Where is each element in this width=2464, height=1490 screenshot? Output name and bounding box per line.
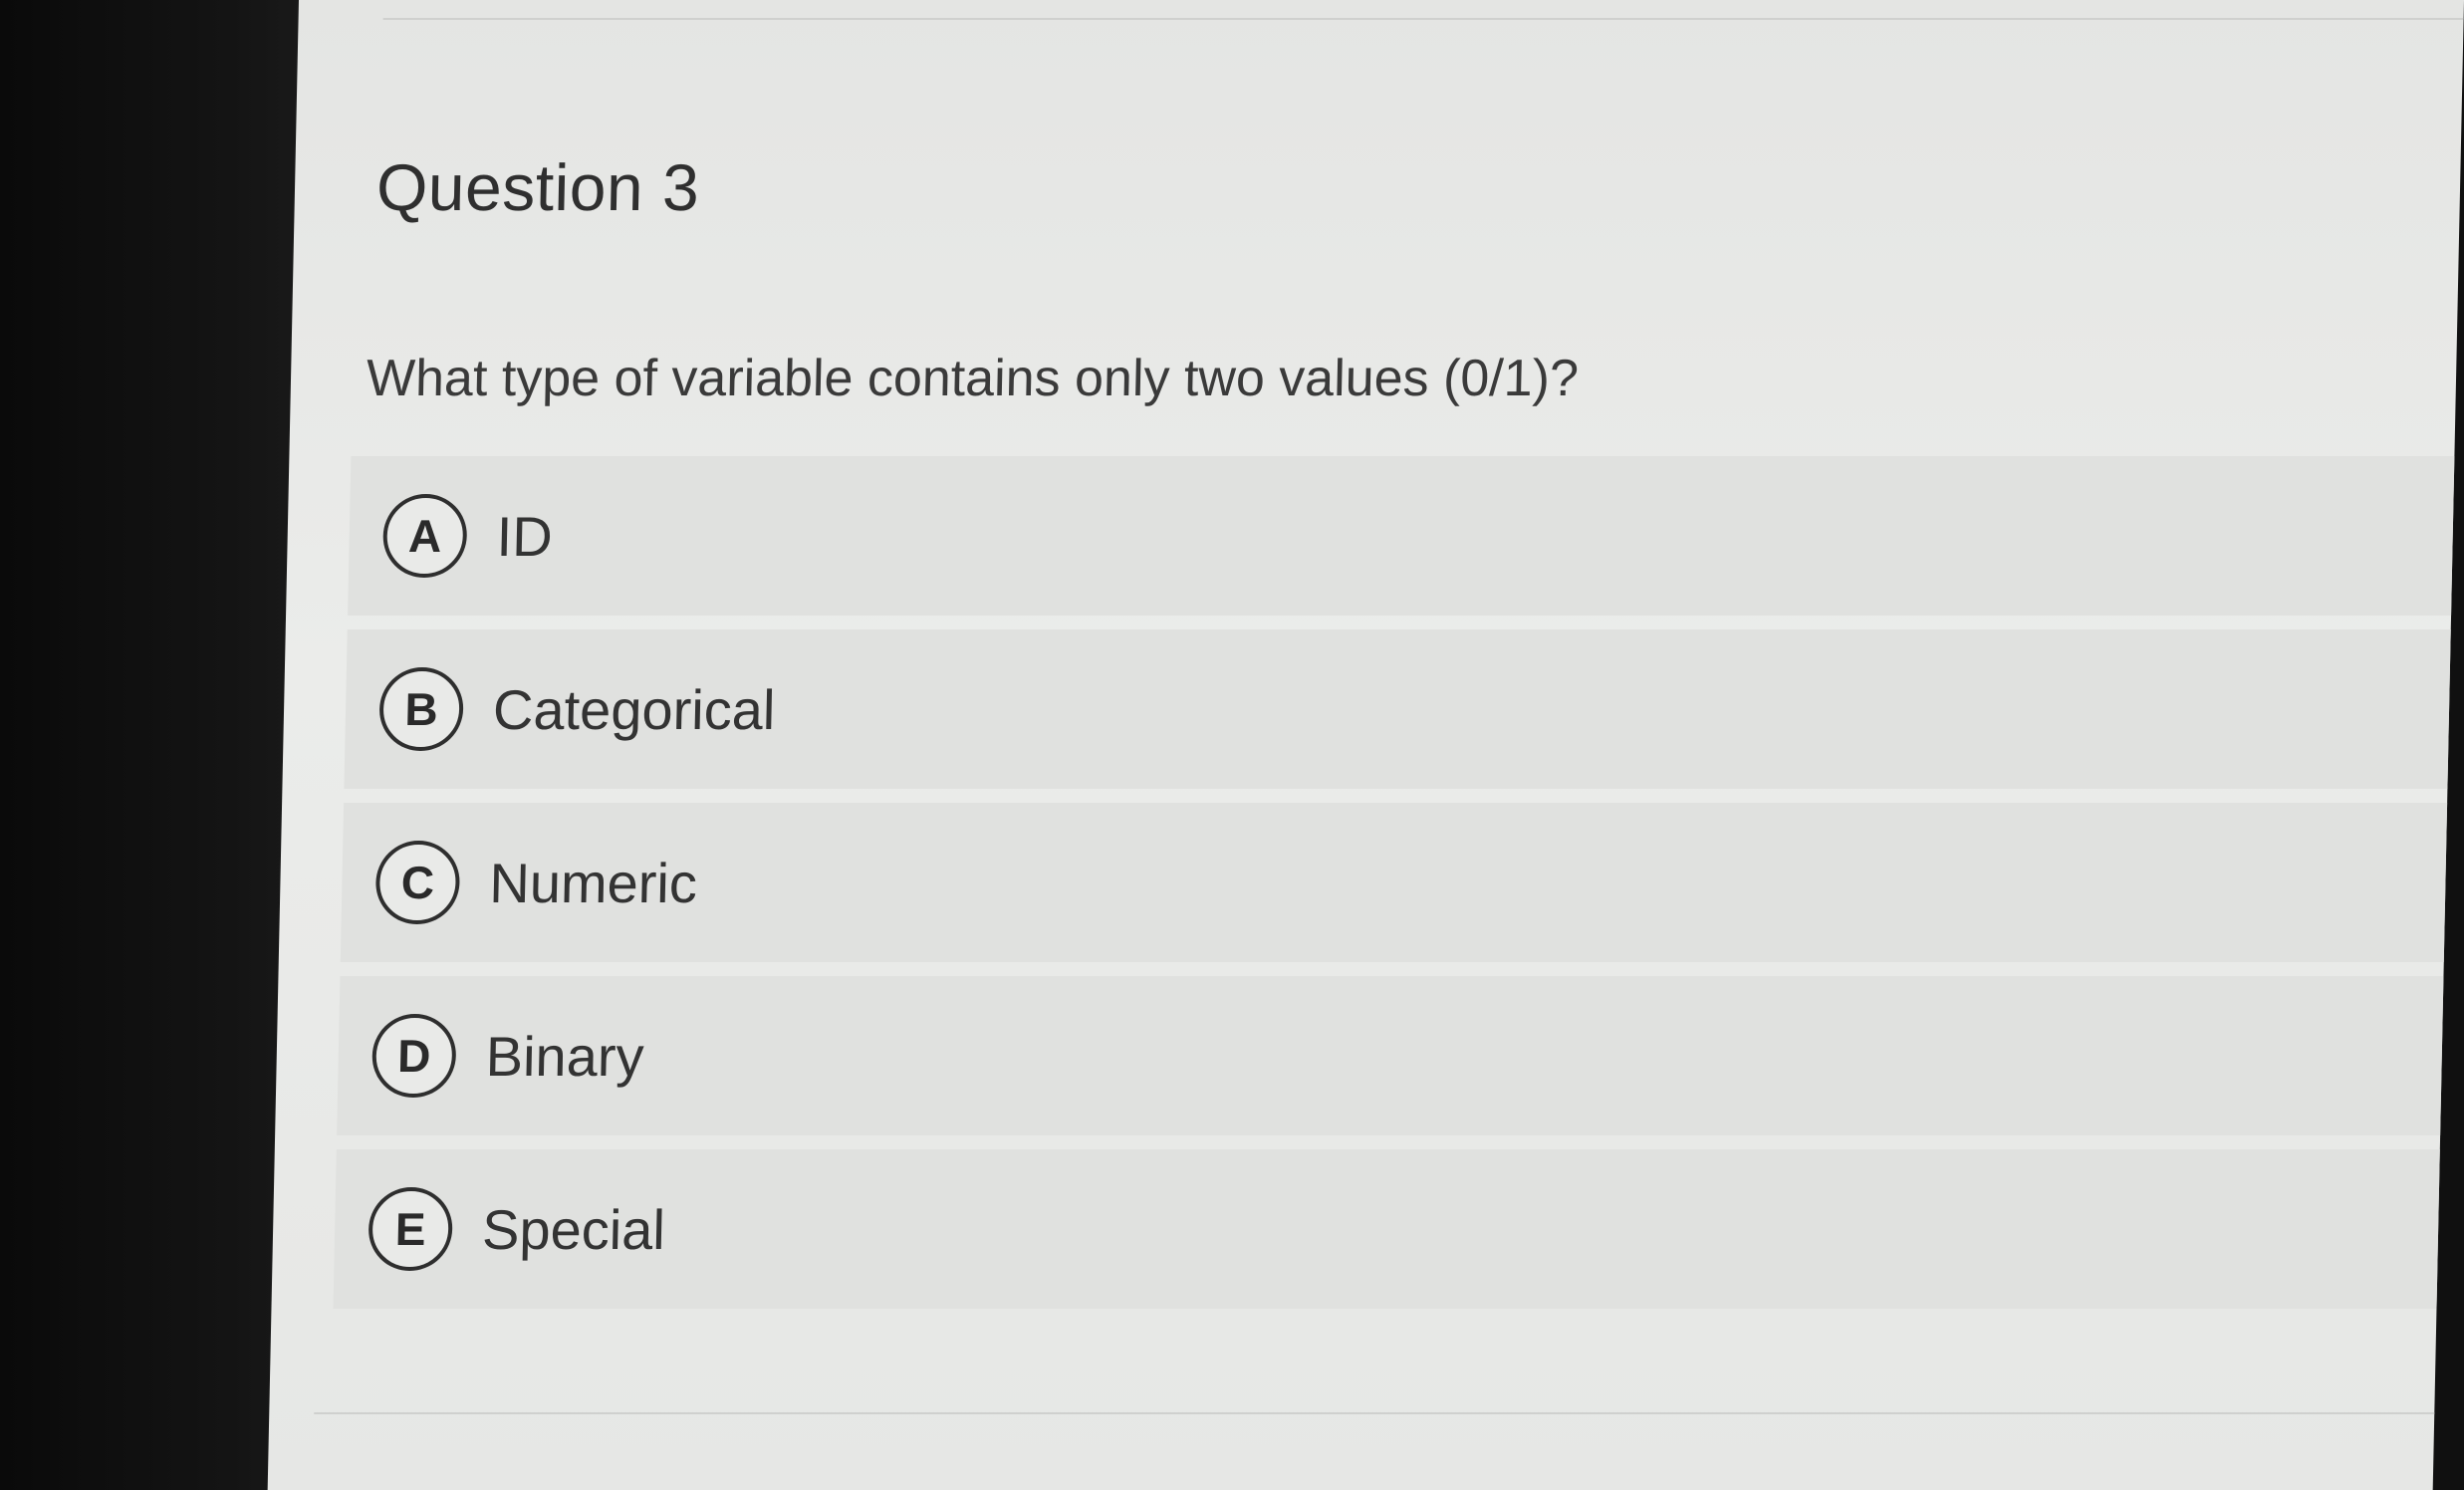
option-label: Numeric bbox=[488, 851, 698, 914]
option-e[interactable]: E Special bbox=[333, 1149, 2440, 1309]
question-prompt: What type of variable contains only two … bbox=[366, 350, 1580, 407]
option-c[interactable]: C Numeric bbox=[340, 803, 2448, 962]
option-letter-badge: E bbox=[368, 1187, 454, 1271]
option-b[interactable]: B Categorical bbox=[344, 629, 2451, 789]
option-a[interactable]: A ID bbox=[348, 456, 2455, 616]
option-label: Categorical bbox=[492, 677, 777, 741]
answer-options: A ID B Categorical C Numeric D Binary E … bbox=[333, 456, 2455, 1323]
top-divider bbox=[382, 18, 2464, 20]
option-label: Binary bbox=[485, 1024, 645, 1088]
option-d[interactable]: D Binary bbox=[337, 976, 2444, 1135]
quiz-screen: Question 3 What type of variable contain… bbox=[267, 0, 2464, 1490]
option-letter-badge: B bbox=[378, 667, 464, 751]
option-letter-badge: A bbox=[381, 494, 468, 578]
option-letter-badge: C bbox=[374, 841, 461, 924]
bottom-divider bbox=[314, 1412, 2435, 1414]
option-label: Special bbox=[481, 1197, 666, 1261]
question-title: Question 3 bbox=[375, 150, 701, 224]
option-letter-badge: D bbox=[370, 1014, 457, 1098]
option-label: ID bbox=[496, 504, 554, 568]
